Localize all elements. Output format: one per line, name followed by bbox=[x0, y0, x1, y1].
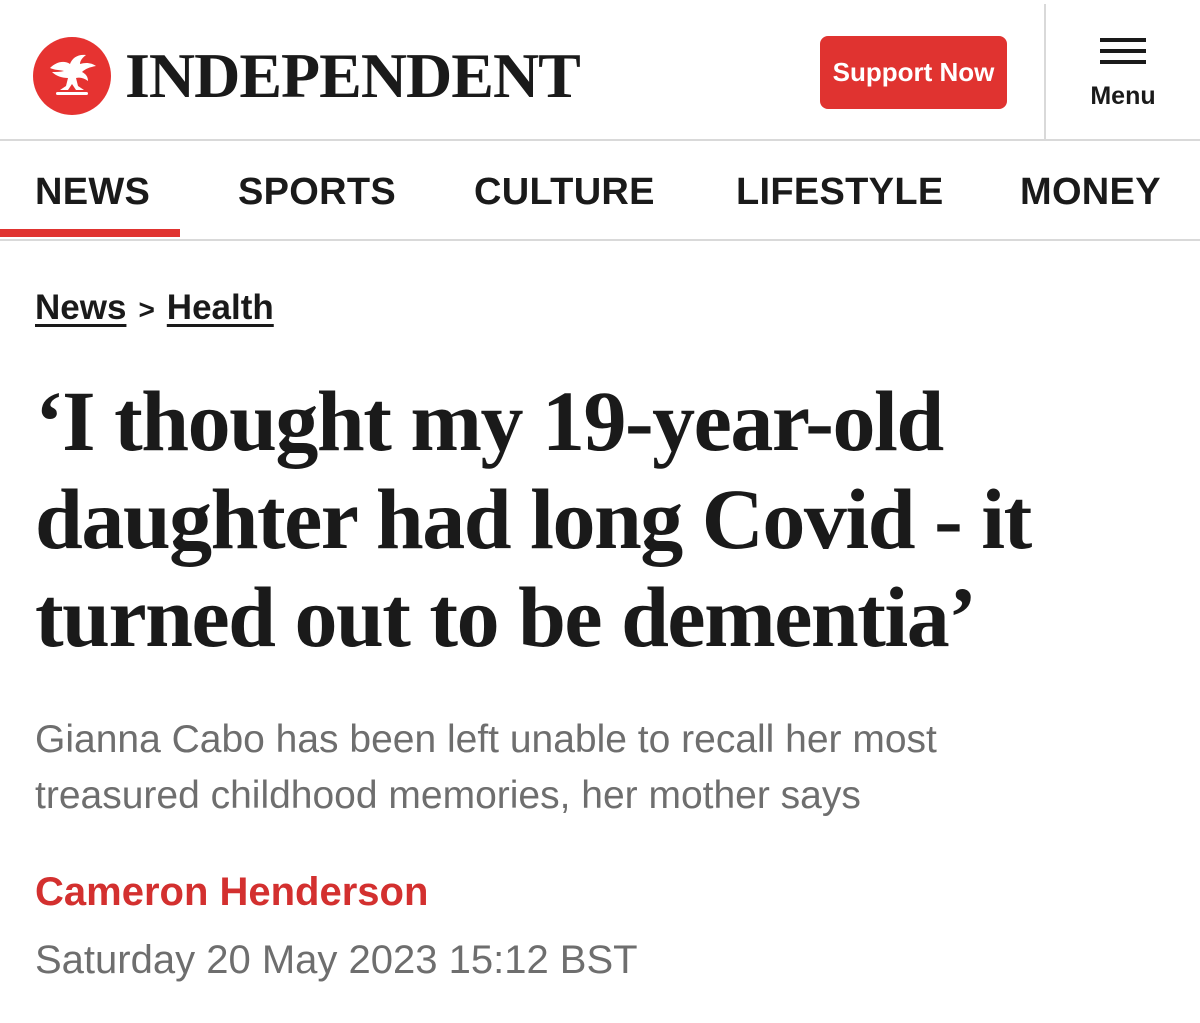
article-headline: ‘I thought my 19-year-old daughter had l… bbox=[35, 372, 1175, 666]
article-page: INDEPENDENT Support Now Menu NEWS SPORTS… bbox=[0, 0, 1200, 1023]
menu-label: Menu bbox=[1090, 82, 1156, 110]
publish-date: Saturday 20 May 2023 15:12 BST bbox=[35, 938, 638, 982]
headline-line: turned out to be dementia’ bbox=[35, 569, 977, 665]
author-link[interactable]: Cameron Henderson bbox=[35, 870, 428, 915]
header-divider bbox=[1044, 4, 1046, 141]
article-standfirst: Gianna Cabo has been left unable to reca… bbox=[35, 712, 1135, 824]
site-header: INDEPENDENT Support Now Menu bbox=[0, 0, 1200, 141]
nav-item-culture[interactable]: CULTURE bbox=[474, 171, 655, 214]
standfirst-line: treasured childhood memories, her mother… bbox=[35, 774, 861, 817]
nav-active-indicator bbox=[0, 229, 180, 237]
nav-item-money[interactable]: MONEY bbox=[1020, 171, 1161, 214]
breadcrumb: News > Health bbox=[35, 288, 274, 328]
support-now-button[interactable]: Support Now bbox=[820, 36, 1007, 109]
eagle-icon bbox=[33, 37, 111, 115]
nav-item-sports[interactable]: SPORTS bbox=[238, 171, 396, 214]
site-logo[interactable]: INDEPENDENT bbox=[33, 37, 581, 115]
hamburger-icon bbox=[1100, 38, 1146, 64]
menu-button[interactable]: Menu bbox=[1078, 38, 1168, 118]
breadcrumb-news-link[interactable]: News bbox=[35, 288, 126, 328]
standfirst-line: Gianna Cabo has been left unable to reca… bbox=[35, 718, 937, 761]
breadcrumb-separator: > bbox=[138, 294, 155, 325]
brand-name: INDEPENDENT bbox=[125, 40, 581, 111]
headline-line: ‘I thought my 19-year-old bbox=[35, 373, 944, 469]
breadcrumb-health-link[interactable]: Health bbox=[167, 288, 274, 328]
headline-line: daughter had long Covid - it bbox=[35, 471, 1032, 567]
nav-item-news[interactable]: NEWS bbox=[35, 171, 150, 214]
nav-item-lifestyle[interactable]: LIFESTYLE bbox=[736, 171, 944, 214]
section-nav: NEWS SPORTS CULTURE LIFESTYLE MONEY bbox=[0, 141, 1200, 241]
